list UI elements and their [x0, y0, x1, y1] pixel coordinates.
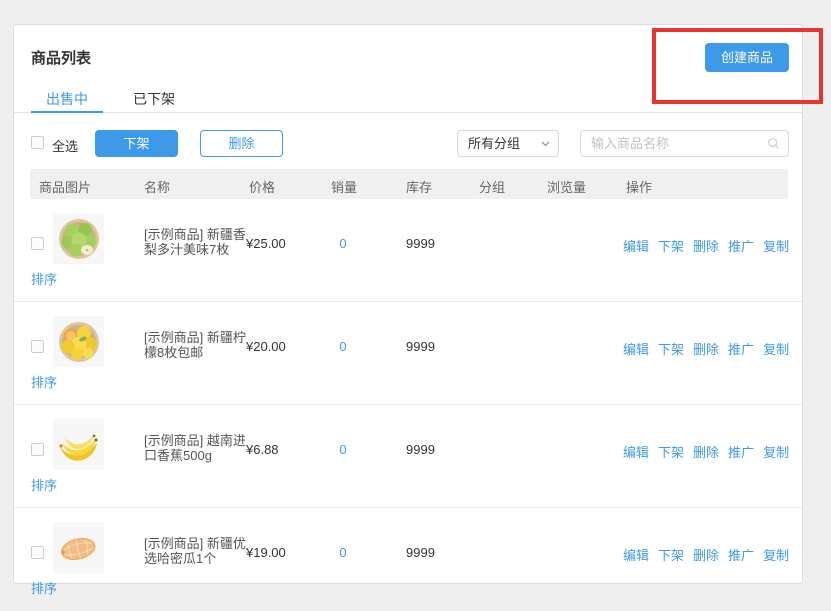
product-sales[interactable]: 0 [323, 545, 363, 560]
edit-link[interactable]: 编辑 [623, 548, 649, 563]
delete-link[interactable]: 删除 [693, 239, 719, 254]
delete-link[interactable]: 删除 [693, 445, 719, 460]
page-title: 商品列表 [31, 47, 91, 68]
promote-link[interactable]: 推广 [728, 548, 754, 563]
takedown-button[interactable]: 下架 [95, 130, 178, 157]
copy-link[interactable]: 复制 [763, 239, 789, 254]
edit-link[interactable]: 编辑 [623, 445, 649, 460]
copy-link[interactable]: 复制 [763, 548, 789, 563]
product-name: [示例商品] 新疆香梨多汁美味7枚 [144, 227, 248, 257]
product-list-card: 商品列表 出售中 已下架 全选 下架 删除 所有分组 商品图片 名称 价格 销量… [13, 24, 803, 584]
chevron-down-icon [541, 141, 550, 147]
sort-link[interactable]: 排序 [31, 269, 57, 288]
row-checkbox[interactable] [31, 443, 44, 456]
col-actions: 操作 [626, 177, 652, 196]
table-body: 排序 [示例商品] 新疆香梨多汁美味7枚 ¥25.00 0 9999 编辑下架删… [14, 199, 802, 611]
product-price: ¥25.00 [246, 236, 286, 251]
product-sales[interactable]: 0 [323, 442, 363, 457]
product-stock: 9999 [406, 339, 435, 354]
takedown-link[interactable]: 下架 [658, 239, 684, 254]
row-checkbox[interactable] [31, 237, 44, 250]
select-all-checkbox[interactable] [31, 136, 44, 149]
product-sales[interactable]: 0 [323, 339, 363, 354]
sort-link[interactable]: 排序 [31, 372, 57, 391]
product-sales[interactable]: 0 [323, 236, 363, 251]
edit-link[interactable]: 编辑 [623, 239, 649, 254]
row-actions: 编辑下架删除推广复制 [623, 339, 798, 358]
search-input[interactable] [591, 136, 767, 151]
table-header: 商品图片 名称 价格 销量 库存 分组 浏览量 操作 [30, 169, 788, 199]
col-name: 名称 [144, 177, 170, 196]
search-icon[interactable] [767, 136, 780, 151]
product-image-green-pears [53, 213, 104, 264]
sort-link[interactable]: 排序 [31, 578, 57, 597]
col-group: 分组 [479, 177, 505, 196]
product-stock: 9999 [406, 442, 435, 457]
col-views: 浏览量 [547, 177, 586, 196]
col-sales: 销量 [331, 177, 357, 196]
product-image-hami-melon [53, 522, 104, 573]
group-filter-value: 所有分组 [468, 131, 520, 156]
table-row: 排序 [示例商品] 新疆柠檬8枚包邮 ¥20.00 0 9999 编辑下架删除推… [14, 302, 802, 405]
row-checkbox[interactable] [31, 546, 44, 559]
promote-link[interactable]: 推广 [728, 239, 754, 254]
table-row: 排序 [示例商品] 新疆优选哈密瓜1个 ¥19.00 0 9999 编辑下架删除… [14, 508, 802, 611]
product-price: ¥19.00 [246, 545, 286, 560]
table-row: 排序 [示例商品] 新疆香梨多汁美味7枚 ¥25.00 0 9999 编辑下架删… [14, 199, 802, 302]
select-all-label: 全选 [52, 136, 78, 155]
product-price: ¥20.00 [246, 339, 286, 354]
promote-link[interactable]: 推广 [728, 445, 754, 460]
delete-link[interactable]: 删除 [693, 548, 719, 563]
takedown-link[interactable]: 下架 [658, 342, 684, 357]
product-search-box [580, 130, 789, 157]
delete-link[interactable]: 删除 [693, 342, 719, 357]
col-stock: 库存 [406, 177, 432, 196]
active-tab-underline [31, 111, 103, 113]
edit-link[interactable]: 编辑 [623, 342, 649, 357]
copy-link[interactable]: 复制 [763, 342, 789, 357]
group-filter-select[interactable]: 所有分组 [457, 130, 559, 157]
row-actions: 编辑下架删除推广复制 [623, 442, 798, 461]
col-product-image: 商品图片 [39, 177, 91, 196]
delete-button[interactable]: 删除 [200, 130, 283, 157]
product-name: [示例商品] 越南进口香蕉500g [144, 433, 248, 463]
takedown-link[interactable]: 下架 [658, 445, 684, 460]
product-name: [示例商品] 新疆优选哈密瓜1个 [144, 536, 248, 566]
product-image-bananas [53, 419, 104, 470]
takedown-link[interactable]: 下架 [658, 548, 684, 563]
copy-link[interactable]: 复制 [763, 445, 789, 460]
tab-off-shelf[interactable]: 已下架 [118, 89, 190, 109]
create-product-button[interactable]: 创建商品 [705, 43, 789, 72]
sort-link[interactable]: 排序 [31, 475, 57, 494]
row-actions: 编辑下架删除推广复制 [623, 236, 798, 255]
col-price: 价格 [249, 177, 275, 196]
row-actions: 编辑下架删除推广复制 [623, 545, 798, 564]
promote-link[interactable]: 推广 [728, 342, 754, 357]
tab-on-sale[interactable]: 出售中 [31, 89, 103, 109]
product-image-lemons [53, 316, 104, 367]
table-row: 排序 [示例商品] 越南进口香蕉500g ¥6.88 0 9999 编辑下架删除… [14, 405, 802, 508]
product-price: ¥6.88 [246, 442, 279, 457]
product-name: [示例商品] 新疆柠檬8枚包邮 [144, 330, 248, 360]
row-checkbox[interactable] [31, 340, 44, 353]
product-stock: 9999 [406, 545, 435, 560]
tabs-divider [14, 112, 802, 113]
product-stock: 9999 [406, 236, 435, 251]
